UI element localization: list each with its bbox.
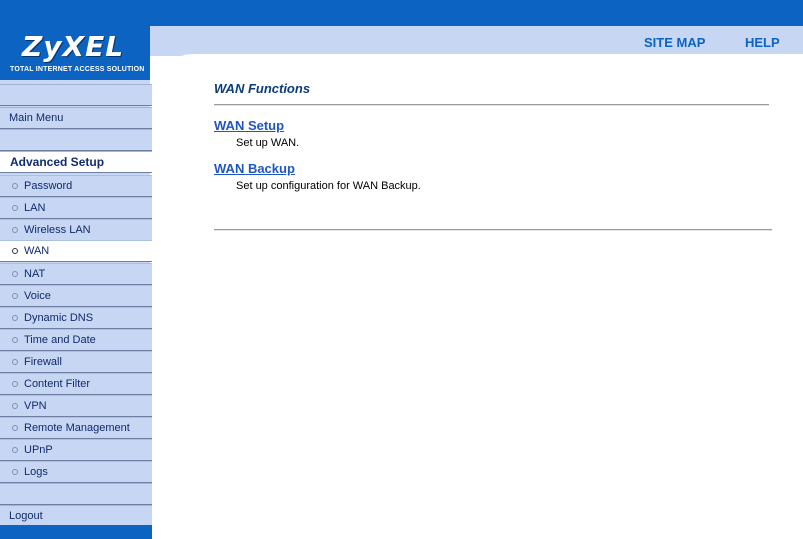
page-title: WAN Functions [214, 81, 311, 96]
bullet-icon [12, 337, 18, 343]
sidebar-item-logs[interactable]: Logs [0, 461, 152, 483]
wan-setup-link[interactable]: WAN Setup [214, 118, 284, 133]
bullet-icon [12, 248, 18, 254]
bullet-icon [12, 271, 18, 277]
sidebar-item-main-menu[interactable]: Main Menu [0, 107, 152, 129]
sidebar-item-firewall[interactable]: Firewall [0, 351, 152, 373]
sidebar-spacer [0, 483, 152, 505]
sidebar-item-voice[interactable]: Voice [0, 285, 152, 307]
sidebar-heading-advanced-setup: Advanced Setup [0, 151, 152, 173]
sidebar-item-label: Logs [24, 466, 48, 478]
sidebar-item-logout[interactable]: Logout [0, 505, 152, 527]
sidebar-item-label: NAT [24, 268, 46, 280]
bullet-icon [12, 447, 18, 453]
sidebar-item-label: WAN [24, 245, 50, 257]
sidebar-item-label: Firewall [24, 356, 62, 368]
sidebar-item-label: Remote Management [24, 422, 130, 434]
bullet-icon [12, 227, 18, 233]
sidebar-item-wireless-lan[interactable]: Wireless LAN [0, 219, 152, 241]
bullet-icon [12, 293, 18, 299]
sidebar-item-password[interactable]: Password [0, 175, 152, 197]
divider [214, 229, 772, 231]
bullet-icon [12, 469, 18, 475]
sidebar-item-upnp[interactable]: UPnP [0, 439, 152, 461]
sidebar-spacer [0, 84, 152, 106]
sidebar-item-vpn[interactable]: VPN [0, 395, 152, 417]
brand-logo: ZyXEL TOTAL INTERNET ACCESS SOLUTION [0, 0, 150, 80]
sidebar-item-time-and-date[interactable]: Time and Date [0, 329, 152, 351]
sidebar-item-content-filter[interactable]: Content Filter [0, 373, 152, 395]
divider [214, 104, 769, 106]
sidebar-item-label: Content Filter [24, 378, 91, 390]
sidebar-item-dynamic-dns[interactable]: Dynamic DNS [0, 307, 152, 329]
sidebar-item-nat[interactable]: NAT [0, 263, 152, 285]
bullet-icon [12, 183, 18, 189]
sidebar-item-lan[interactable]: LAN [0, 197, 152, 219]
sidebar-item-label: Voice [24, 290, 51, 302]
site-map-link[interactable]: SITE MAP [644, 35, 705, 50]
sidebar-item-label: LAN [24, 202, 46, 214]
sidebar-item-remote-management[interactable]: Remote Management [0, 417, 152, 439]
sidebar-footer-bar [0, 525, 152, 539]
bullet-icon [12, 205, 18, 211]
brand-name: ZyXEL [22, 30, 125, 63]
sidebar-item-label: Dynamic DNS [24, 312, 94, 324]
wan-backup-link[interactable]: WAN Backup [214, 161, 295, 176]
bullet-icon [12, 425, 18, 431]
brand-tagline: TOTAL INTERNET ACCESS SOLUTION [10, 66, 145, 73]
wan-backup-description: Set up configuration for WAN Backup. [236, 180, 421, 192]
help-link[interactable]: HELP [745, 35, 780, 50]
sidebar-item-label: VPN [24, 400, 47, 412]
sidebar-spacer [0, 129, 152, 151]
bullet-icon [12, 359, 18, 365]
sidebar-item-wan[interactable]: WAN [0, 240, 152, 262]
sidebar-item-label: Time and Date [24, 334, 96, 346]
bullet-icon [12, 403, 18, 409]
wan-setup-description: Set up WAN. [236, 137, 300, 149]
sidebar-item-label: Wireless LAN [24, 224, 91, 236]
bullet-icon [12, 315, 18, 321]
sidebar-item-label: UPnP [24, 444, 53, 456]
bullet-icon [12, 381, 18, 387]
sidebar-item-label: Password [24, 180, 73, 192]
